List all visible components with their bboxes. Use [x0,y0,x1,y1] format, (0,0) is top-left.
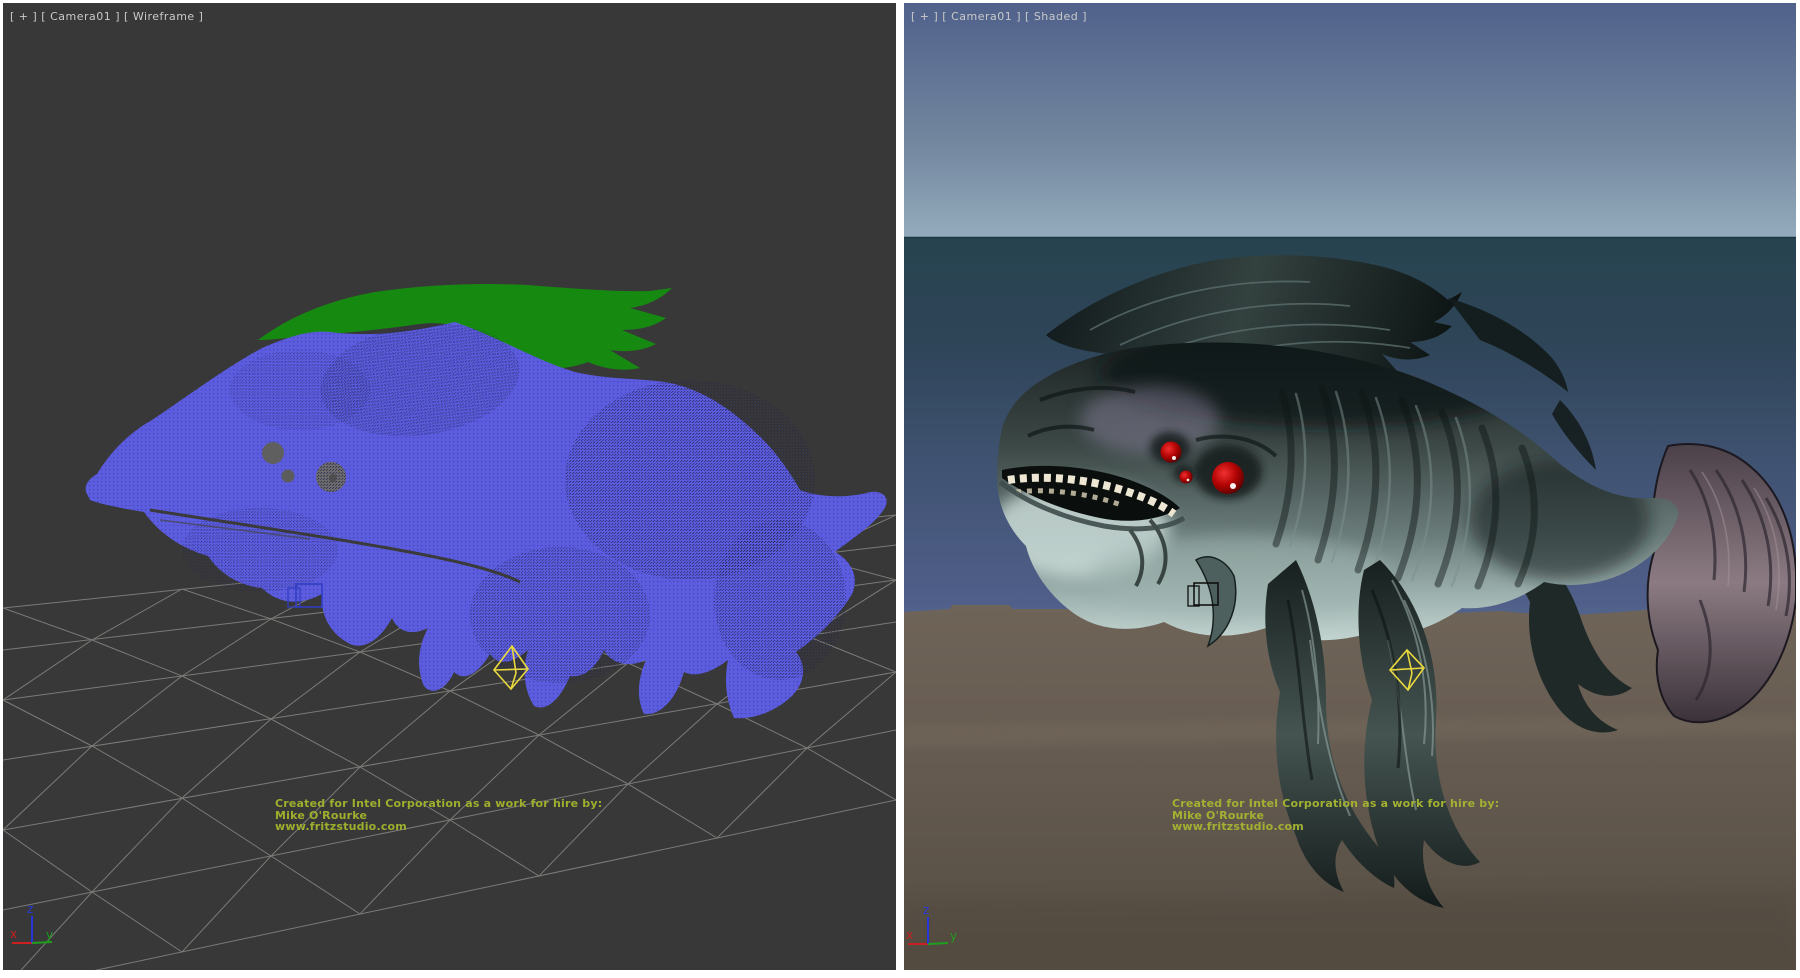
eye-large [1212,462,1244,494]
axis-z-label: z [923,903,929,917]
viewport-wireframe[interactable]: x z y [ + ] [ Camera01 ] [ Wireframe ] C… [3,3,896,970]
credits-line-3: www.fritzstudio.com [1172,821,1499,833]
viewport-label-shaded[interactable]: [ + ] [ Camera01 ] [ Shaded ] [911,10,1087,23]
axis-tripod: x z y [10,902,53,943]
fish-eye-spot-small [282,470,295,483]
fish-body-wireframe[interactable] [86,312,887,719]
axis-y-label: y [46,928,53,942]
fish-eye-spot-large [262,442,284,464]
viewport-shaded[interactable]: x z y [ + ] [ Camera01 ] [ Shaded ] Crea… [904,3,1796,970]
axis-x-label: x [10,927,17,941]
credits-text-wireframe: Created for Intel Corporation as a work … [275,798,602,833]
sky-backdrop [904,3,1796,237]
eye-small [1180,471,1193,484]
credits-text-shaded: Created for Intel Corporation as a work … [1172,798,1499,833]
axis-z-label: z [27,902,33,916]
credits-line-1: Created for Intel Corporation as a work … [1172,798,1499,810]
credits-line-1: Created for Intel Corporation as a work … [275,798,602,810]
viewport-label-wireframe[interactable]: [ + ] [ Camera01 ] [ Wireframe ] [10,10,203,23]
axis-x-label: x [906,928,913,942]
axis-y-label: y [950,929,957,943]
credits-line-3: www.fritzstudio.com [275,821,602,833]
eye-medium [1161,442,1182,463]
